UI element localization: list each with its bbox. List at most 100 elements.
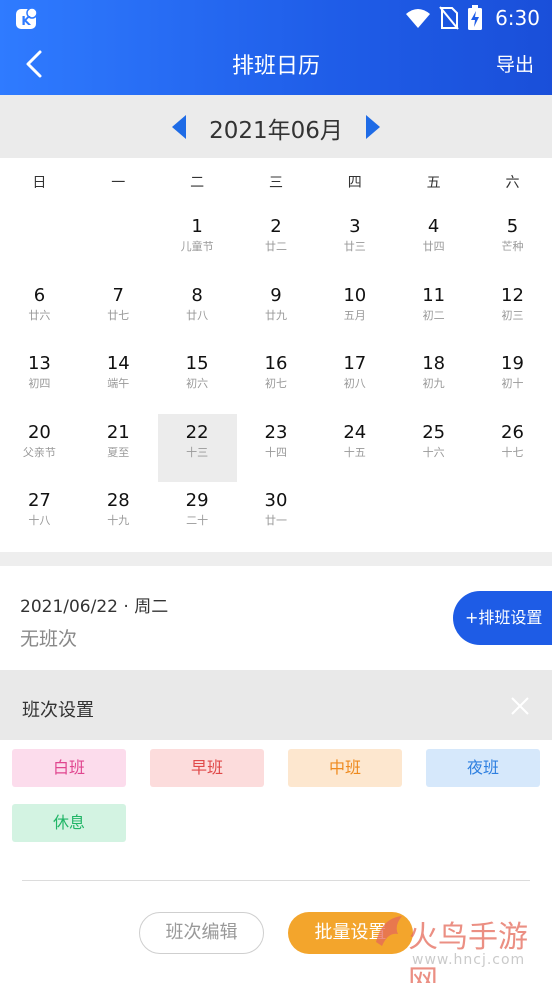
day-number: 9 bbox=[270, 284, 282, 306]
weekday-label: 三 bbox=[268, 175, 283, 191]
calendar-day-cell[interactable]: 5 芒种 bbox=[473, 208, 552, 277]
lunar-date: 初六 bbox=[186, 377, 209, 390]
calendar-day-cell[interactable]: 12 初三 bbox=[473, 277, 552, 346]
calendar-day-cell[interactable]: 11 初二 bbox=[394, 277, 473, 346]
shift-chip[interactable]: 早班 bbox=[150, 749, 264, 787]
shift-settings-header: 班次设置 bbox=[0, 670, 552, 740]
bird-logo-icon bbox=[376, 916, 402, 946]
day-number: 15 bbox=[185, 353, 209, 374]
nav-bar: 排班日历 导出 bbox=[0, 36, 552, 95]
day-number: 2 bbox=[270, 216, 282, 237]
calendar-day-cell[interactable]: 20 父亲节 bbox=[0, 414, 79, 483]
app-header: K 6:30 排班日历 导出 bbox=[0, 0, 552, 95]
day-number: 10 bbox=[343, 284, 367, 306]
calendar-day-cell[interactable]: 21 夏至 bbox=[79, 414, 158, 483]
calendar-day-cell[interactable]: 30 廿一 bbox=[237, 482, 316, 551]
lunar-date: 廿二 bbox=[264, 240, 287, 253]
day-number: 13 bbox=[27, 353, 51, 374]
export-button[interactable]: 导出 bbox=[496, 50, 534, 77]
calendar-day-cell[interactable]: 22 十三 bbox=[157, 413, 237, 482]
calendar-day-cell[interactable]: 9 廿九 bbox=[237, 277, 316, 346]
calendar-day-cell[interactable]: 15 初六 bbox=[158, 345, 237, 414]
calendar-week-row: 20 父亲节 21 夏至 22 十三 23 十四 24 十五 25 十六 26 十七 bbox=[0, 413, 552, 483]
day-number: 28 bbox=[106, 490, 130, 511]
calendar-day-cell[interactable]: 7 廿七 bbox=[79, 277, 158, 346]
calendar-empty-cell bbox=[473, 482, 552, 551]
status-bar: K 6:30 bbox=[0, 0, 552, 36]
weekday-label: 一 bbox=[111, 175, 126, 191]
calendar-day-cell[interactable]: 19 初十 bbox=[473, 345, 552, 414]
lunar-date: 儿童节 bbox=[180, 240, 214, 253]
edit-shifts-button[interactable]: 班次编辑 bbox=[139, 912, 264, 954]
day-number: 4 bbox=[427, 216, 440, 237]
day-number: 25 bbox=[422, 421, 446, 443]
day-number: 29 bbox=[185, 490, 209, 511]
calendar-day-cell[interactable]: 13 初四 bbox=[0, 345, 79, 414]
calendar-day-cell[interactable]: 4 廿四 bbox=[394, 208, 473, 277]
lunar-date: 廿六 bbox=[28, 308, 51, 322]
lunar-date: 初九 bbox=[422, 377, 445, 390]
calendar-day-cell[interactable]: 10 五月 bbox=[315, 277, 394, 346]
calendar-empty-cell bbox=[0, 208, 79, 277]
calendar-day-cell[interactable]: 26 十七 bbox=[473, 414, 552, 483]
day-number: 26 bbox=[501, 421, 524, 443]
next-month-icon[interactable] bbox=[360, 113, 384, 141]
calendar-day-cell[interactable]: 3 廿三 bbox=[315, 208, 394, 277]
lunar-date: 廿七 bbox=[107, 308, 130, 322]
lunar-date: 初三 bbox=[501, 308, 524, 322]
calendar-week-row: 6 廿六 7 廿七 8 廿八 9 廿九 10 五月 11 初二 12 初三 bbox=[0, 277, 552, 346]
day-number: 24 bbox=[343, 421, 367, 443]
calendar-day-cell[interactable]: 1 儿童节 bbox=[158, 208, 237, 277]
lunar-date: 十七 bbox=[501, 445, 524, 459]
calendar-day-cell[interactable]: 16 初七 bbox=[237, 345, 316, 414]
lunar-date: 父亲节 bbox=[22, 445, 56, 459]
calendar-day-cell[interactable]: 25 十六 bbox=[394, 414, 473, 483]
calendar-day-cell[interactable]: 14 端午 bbox=[79, 345, 158, 414]
selected-date-label: 2021/06/22 · 周二 bbox=[20, 597, 169, 617]
day-number: 12 bbox=[501, 284, 524, 306]
shift-chip[interactable]: 夜班 bbox=[426, 749, 540, 787]
calendar-week-row: 13 初四 14 端午 15 初六 16 初七 17 初八 18 初九 19 初十 bbox=[0, 345, 552, 414]
battery-charging-icon bbox=[468, 5, 483, 30]
weekday-header: 日 一 二 三 四 五 六 bbox=[0, 158, 552, 208]
close-icon[interactable] bbox=[510, 696, 530, 716]
lunar-date: 十四 bbox=[264, 445, 287, 459]
calendar-day-cell[interactable]: 18 初九 bbox=[394, 345, 473, 414]
calendar-day-cell[interactable]: 17 初八 bbox=[315, 345, 394, 414]
lunar-date: 夏至 bbox=[107, 445, 130, 459]
day-number: 7 bbox=[112, 284, 124, 306]
add-schedule-button[interactable]: +排班设置 bbox=[453, 591, 552, 645]
calendar-week-row: 27 十八 28 十九 29 二十 30 廿一 bbox=[0, 482, 552, 551]
lunar-date: 五月 bbox=[343, 308, 366, 322]
calendar-day-cell[interactable]: 8 廿八 bbox=[158, 277, 237, 346]
day-number: 1 bbox=[191, 216, 203, 237]
calendar-empty-cell bbox=[315, 482, 394, 551]
day-number: 19 bbox=[501, 353, 524, 374]
shift-chip[interactable]: 休息 bbox=[12, 804, 126, 842]
calendar-day-cell[interactable]: 27 十八 bbox=[0, 482, 79, 551]
calendar-day-cell[interactable]: 24 十五 bbox=[315, 414, 394, 483]
lunar-date: 十六 bbox=[422, 445, 445, 459]
shift-chip[interactable]: 中班 bbox=[288, 749, 402, 787]
day-number: 30 bbox=[264, 490, 288, 511]
calendar-day-cell[interactable]: 6 廿六 bbox=[0, 277, 79, 346]
shift-settings-title: 班次设置 bbox=[22, 700, 94, 721]
shift-chip[interactable]: 白班 bbox=[12, 749, 126, 787]
weekday-label: 四 bbox=[347, 175, 362, 191]
watermark-url: www.hncj.com bbox=[412, 952, 526, 968]
day-number: 27 bbox=[27, 490, 51, 511]
calendar-day-cell[interactable]: 28 十九 bbox=[79, 482, 158, 551]
month-label: 2021年06月 bbox=[209, 118, 343, 144]
calendar-day-cell[interactable]: 2 廿二 bbox=[237, 208, 316, 277]
lunar-date: 初八 bbox=[343, 377, 366, 390]
day-number: 22 bbox=[185, 421, 209, 443]
lunar-date: 初二 bbox=[422, 308, 445, 322]
calendar-week-row: 1 儿童节 2 廿二 3 廿三 4 廿四 5 芒种 bbox=[0, 208, 552, 277]
lunar-date: 十八 bbox=[28, 514, 51, 527]
day-number: 21 bbox=[106, 421, 130, 443]
lunar-date: 廿八 bbox=[186, 308, 209, 322]
calendar-day-cell[interactable]: 23 十四 bbox=[237, 414, 316, 483]
weekday-label: 日 bbox=[32, 175, 47, 191]
calendar-day-cell[interactable]: 29 二十 bbox=[158, 482, 237, 551]
lunar-date: 芒种 bbox=[501, 240, 524, 253]
